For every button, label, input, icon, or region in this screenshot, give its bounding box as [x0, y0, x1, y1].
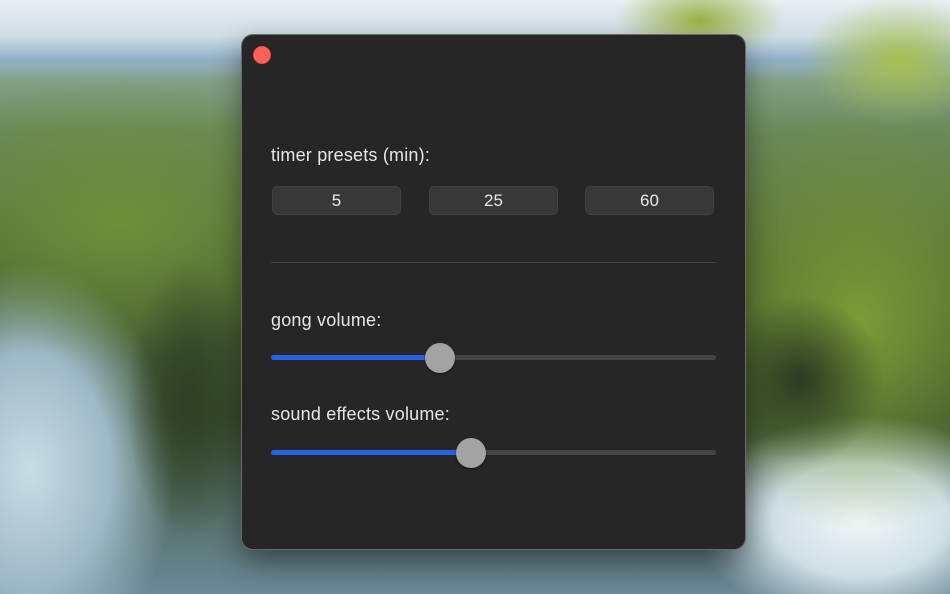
desktop-wallpaper: timer presets (min): 5 25 60 gong volume…	[0, 0, 950, 594]
sound-effects-volume-fill	[271, 450, 472, 455]
preferences-window: timer presets (min): 5 25 60 gong volume…	[242, 35, 745, 549]
gong-volume-label: gong volume:	[271, 310, 382, 330]
gong-volume-fill	[271, 355, 441, 360]
gong-volume-knob[interactable]	[425, 343, 456, 373]
preset-button-1[interactable]: 5	[272, 186, 401, 215]
timer-presets-label: timer presets (min):	[271, 145, 431, 165]
section-divider	[271, 262, 716, 263]
sound-effects-volume-knob[interactable]	[456, 438, 487, 468]
gong-volume-slider[interactable]	[271, 343, 716, 373]
preset-button-2[interactable]: 25	[429, 186, 558, 215]
sound-effects-volume-label: sound effects volume:	[271, 404, 450, 424]
preset-button-3[interactable]: 60	[585, 186, 714, 215]
close-window-button[interactable]	[253, 46, 271, 64]
sound-effects-volume-slider[interactable]	[271, 438, 716, 468]
